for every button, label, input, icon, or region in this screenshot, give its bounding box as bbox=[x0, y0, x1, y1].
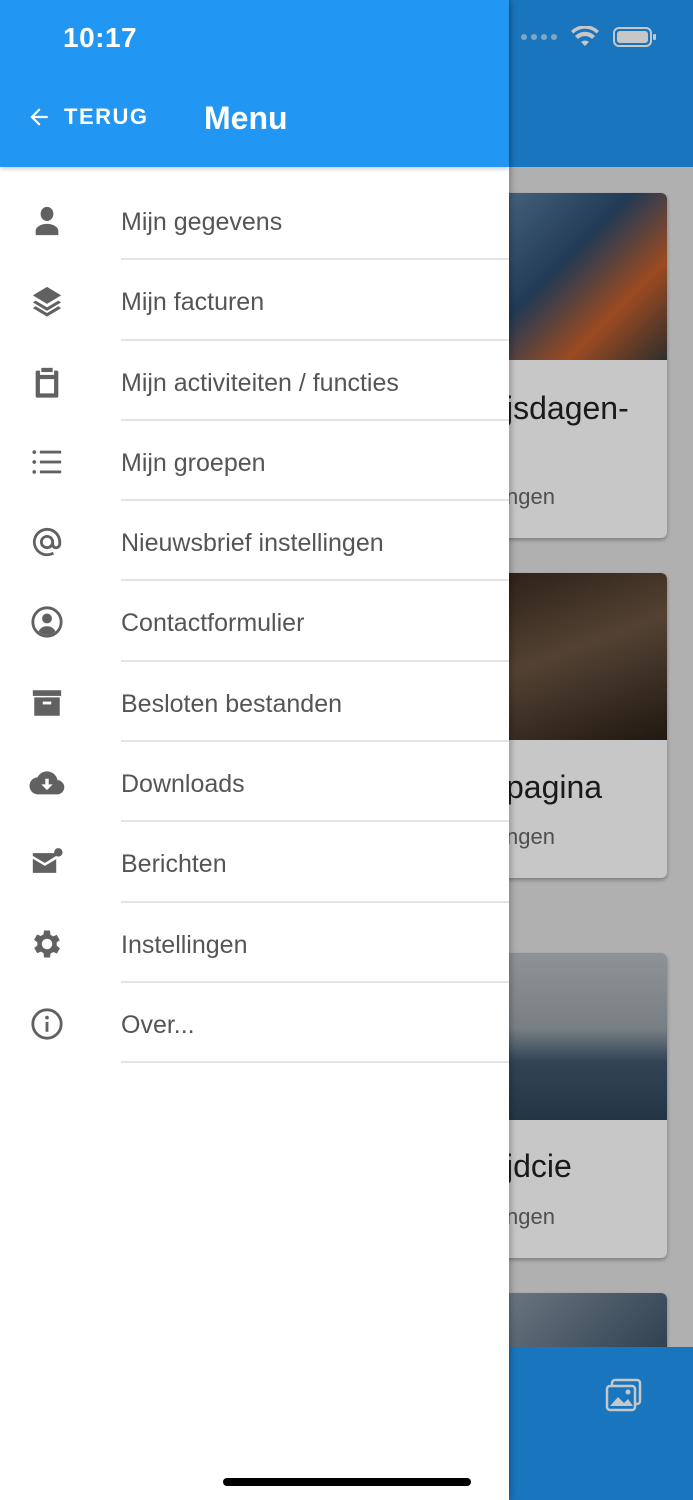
mail-icon bbox=[28, 844, 66, 882]
cloud-download-icon bbox=[28, 764, 66, 802]
layers-icon bbox=[28, 282, 66, 320]
menu-item-mijn-facturen[interactable]: Mijn facturen bbox=[0, 260, 509, 341]
arrow-left-icon bbox=[30, 108, 48, 126]
menu-item-label: Mijn activiteiten / functies bbox=[121, 368, 399, 397]
menu-item-contactformulier[interactable]: Contactformulier bbox=[0, 581, 509, 662]
menu-item-nieuwsbrief-instellingen[interactable]: Nieuwsbrief instellingen bbox=[0, 501, 509, 582]
menu-item-label: Mijn gegevens bbox=[121, 208, 283, 236]
back-button[interactable]: TERUG bbox=[26, 104, 149, 130]
clipboard-icon bbox=[28, 363, 66, 401]
menu-item-label: Mijn groepen bbox=[121, 448, 266, 477]
at-icon bbox=[28, 523, 66, 561]
account-circle-icon bbox=[28, 603, 66, 641]
archive-icon bbox=[28, 684, 66, 722]
menu-item-berichten[interactable]: Berichten bbox=[0, 822, 509, 903]
menu-item-label: Instellingen bbox=[121, 930, 248, 959]
menu-item-label: Downloads bbox=[121, 770, 245, 799]
home-indicator[interactable] bbox=[223, 1478, 471, 1486]
menu-item-mijn-gegevens[interactable]: Mijn gegevens bbox=[0, 180, 509, 261]
menu-item-label: Mijn facturen bbox=[121, 288, 265, 317]
person-icon bbox=[28, 202, 66, 240]
page-title: Menu bbox=[204, 100, 288, 136]
menu-item-besloten-bestanden[interactable]: Besloten bestanden bbox=[0, 662, 509, 743]
drawer-header: 10:17 TERUG Menu bbox=[0, 0, 509, 167]
menu-item-label: Besloten bestanden bbox=[121, 689, 343, 718]
menu-item-instellingen[interactable]: Instellingen bbox=[0, 903, 509, 983]
list-icon bbox=[28, 443, 66, 481]
menu-item-downloads[interactable]: Downloads bbox=[0, 742, 509, 823]
menu-item-over[interactable]: Over... bbox=[0, 983, 509, 1064]
menu-item-label: Over... bbox=[121, 1010, 195, 1039]
status-time: 10:17 bbox=[63, 22, 138, 53]
menu-item-label: Nieuwsbrief instellingen bbox=[121, 529, 384, 558]
menu-item-label: Contactformulier bbox=[121, 609, 305, 638]
menu-item-label: Berichten bbox=[121, 850, 227, 879]
menu-item-mijn-groepen[interactable]: Mijn groepen bbox=[0, 421, 509, 502]
back-label: TERUG bbox=[64, 104, 149, 129]
menu-list: Mijn gegevens Mijn facturen Mijn activit… bbox=[0, 180, 509, 1064]
gear-icon bbox=[28, 925, 66, 963]
navigation-drawer: 10:17 TERUG Menu Mijn gegevens Mijn fact… bbox=[0, 0, 509, 1500]
menu-item-mijn-activiteiten[interactable]: Mijn activiteiten / functies bbox=[0, 341, 509, 421]
divider bbox=[121, 1061, 509, 1064]
info-icon bbox=[28, 1005, 66, 1043]
